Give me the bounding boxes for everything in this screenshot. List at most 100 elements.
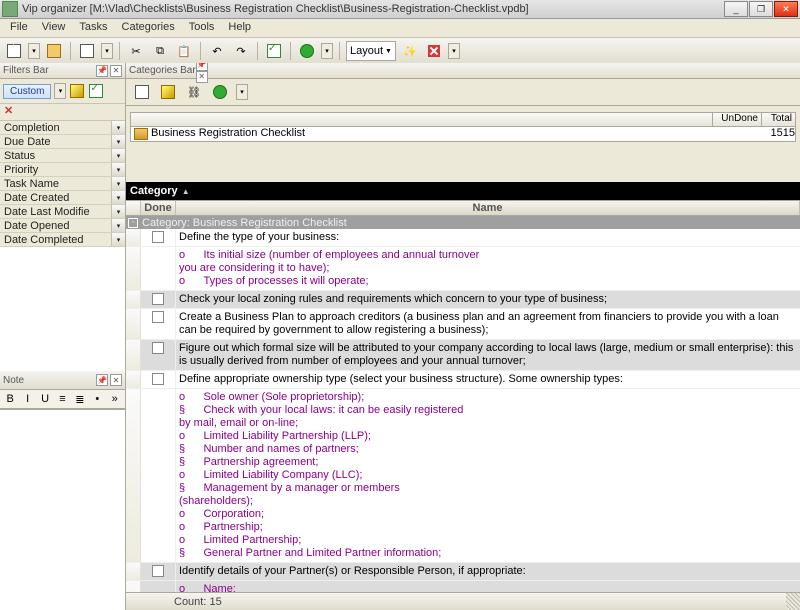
filter-row[interactable]: Date Opened▾ — [0, 219, 125, 233]
filter-dropdown[interactable]: ▾ — [111, 233, 125, 246]
note-italic-button[interactable]: I — [20, 391, 34, 407]
task-row[interactable]: Check your local zoning rules and requir… — [126, 291, 800, 309]
filter-dropdown[interactable]: ▾ — [111, 219, 125, 232]
summary-row[interactable]: Business Registration Checklist 15 15 — [131, 126, 795, 141]
note-indent-button[interactable]: » — [108, 391, 122, 407]
filter-row[interactable]: Date Completed▾ — [0, 233, 125, 247]
cat-new-button[interactable] — [132, 82, 152, 102]
custom-filter-dropdown[interactable]: ▾ — [54, 83, 66, 99]
filters-close-icon[interactable]: ✕ — [110, 65, 122, 77]
filter-row[interactable]: Task Name▾ — [0, 177, 125, 191]
task-row[interactable]: Figure out which formal size will be att… — [126, 340, 800, 371]
checkbox[interactable] — [152, 311, 164, 323]
note-close-icon[interactable]: ✕ — [110, 374, 122, 386]
task-checkbox-cell — [141, 291, 176, 308]
task-subline: § Number and names of partners; — [179, 443, 797, 456]
undo-button[interactable]: ↶ — [207, 41, 227, 61]
custom-filter-button[interactable]: Custom — [3, 84, 51, 99]
cat-link-button[interactable]: ⛓ — [184, 82, 204, 102]
filter-dropdown[interactable]: ▾ — [111, 149, 125, 162]
checkbox[interactable] — [152, 373, 164, 385]
task-subline: o Its initial size (number of employees … — [179, 249, 797, 262]
filter-row[interactable]: Due Date▾ — [0, 135, 125, 149]
categories-toolbar: ⛓ ▾ — [126, 79, 800, 106]
menu-categories[interactable]: Categories — [115, 19, 182, 37]
task-cell: Create a Business Plan to approach credi… — [176, 309, 800, 339]
cut-button[interactable]: ✂ — [126, 41, 146, 61]
note-pin-icon[interactable]: 📌 — [96, 374, 108, 386]
close-button[interactable]: ✕ — [774, 1, 798, 17]
note-bold-button[interactable]: B — [3, 391, 17, 407]
apply-filter-icon[interactable] — [88, 83, 104, 99]
menu-tools[interactable]: Tools — [182, 19, 222, 37]
filter-dropdown[interactable]: ▾ — [111, 191, 125, 204]
delete-filter-icon[interactable]: ✕ — [4, 105, 13, 117]
cat-dropdown[interactable]: ▾ — [236, 84, 248, 100]
paste-button[interactable]: 📋 — [174, 41, 194, 61]
task-subline: o Types of processes it will operate; — [179, 275, 797, 288]
task-cell: Figure out which formal size will be att… — [176, 340, 800, 370]
copy-button[interactable]: ⧉ — [150, 41, 170, 61]
task-row[interactable]: Create a Business Plan to approach credi… — [126, 309, 800, 340]
delete-dropdown[interactable]: ▾ — [448, 43, 460, 59]
redo-button[interactable]: ↷ — [231, 41, 251, 61]
refresh-dropdown[interactable]: ▾ — [321, 43, 333, 59]
group-row[interactable]: - Category: Business Registration Checkl… — [126, 216, 800, 229]
minimize-button[interactable]: _ — [724, 1, 748, 17]
task-row[interactable]: o Sole owner (Sole proprietorship);§ Che… — [126, 389, 800, 563]
filter-row[interactable]: Status▾ — [0, 149, 125, 163]
category-tab[interactable]: Category ▲ — [126, 182, 800, 200]
summary-name: Business Registration Checklist — [151, 127, 771, 141]
filter-row[interactable]: Date Last Modifie▾ — [0, 205, 125, 219]
filter-dropdown[interactable]: ▾ — [111, 121, 125, 134]
check-button[interactable] — [264, 41, 284, 61]
filter-dropdown[interactable]: ▾ — [111, 135, 125, 148]
filter-dropdown[interactable]: ▾ — [111, 177, 125, 190]
new-task-dropdown[interactable]: ▾ — [28, 43, 40, 59]
open-button[interactable] — [44, 41, 64, 61]
checkbox[interactable] — [152, 293, 164, 305]
note-area[interactable] — [0, 409, 125, 610]
category-summary-table: UnDone Total Business Registration Check… — [130, 112, 796, 142]
menu-view[interactable]: View — [35, 19, 73, 37]
cat-run-button[interactable] — [210, 82, 230, 102]
task-row[interactable]: Define appropriate ownership type (selec… — [126, 371, 800, 389]
edit-filter-icon[interactable] — [69, 83, 85, 99]
checkbox[interactable] — [152, 342, 164, 354]
menu-file[interactable]: File — [3, 19, 35, 37]
filter-dropdown[interactable]: ▾ — [111, 205, 125, 218]
new-task-button[interactable] — [4, 41, 24, 61]
filter-row[interactable]: Date Created▾ — [0, 191, 125, 205]
doc-dropdown[interactable]: ▾ — [101, 43, 113, 59]
filter-dropdown[interactable]: ▾ — [111, 163, 125, 176]
checkbox[interactable] — [152, 231, 164, 243]
categories-pin-icon[interactable]: 📌 — [196, 63, 208, 71]
filter-row[interactable]: Completion▾ — [0, 121, 125, 135]
menu-help[interactable]: Help — [221, 19, 258, 37]
note-align-center-button[interactable]: ≣ — [73, 391, 87, 407]
menu-tasks[interactable]: Tasks — [72, 19, 114, 37]
task-row[interactable]: o Its initial size (number of employees … — [126, 247, 800, 291]
task-row[interactable]: Identify details of your Partner(s) or R… — [126, 563, 800, 581]
doc-button[interactable] — [77, 41, 97, 61]
collapse-icon[interactable]: - — [128, 218, 138, 228]
task-row[interactable]: o Name;o Official Title;o Social Securit… — [126, 581, 800, 592]
wand-button[interactable]: ✨ — [400, 41, 420, 61]
task-checkbox-cell — [141, 309, 176, 339]
maximize-button[interactable]: ❐ — [749, 1, 773, 17]
note-list-button[interactable]: • — [90, 391, 104, 407]
task-row[interactable]: Define the type of your business: — [126, 229, 800, 247]
task-cell: o Name;o Official Title;o Social Securit… — [176, 581, 800, 592]
col-name[interactable]: Name — [176, 201, 800, 215]
note-align-left-button[interactable]: ≡ — [55, 391, 69, 407]
layout-combo[interactable]: Layout ▼ — [346, 41, 396, 61]
col-done[interactable]: Done — [141, 201, 176, 215]
filter-row[interactable]: Priority▾ — [0, 163, 125, 177]
filters-pin-icon[interactable]: 📌 — [96, 65, 108, 77]
refresh-button[interactable] — [297, 41, 317, 61]
note-underline-button[interactable]: U — [38, 391, 52, 407]
cat-edit-button[interactable] — [158, 82, 178, 102]
delete-button[interactable] — [424, 41, 444, 61]
resize-handle[interactable] — [786, 593, 800, 610]
checkbox[interactable] — [152, 565, 164, 577]
